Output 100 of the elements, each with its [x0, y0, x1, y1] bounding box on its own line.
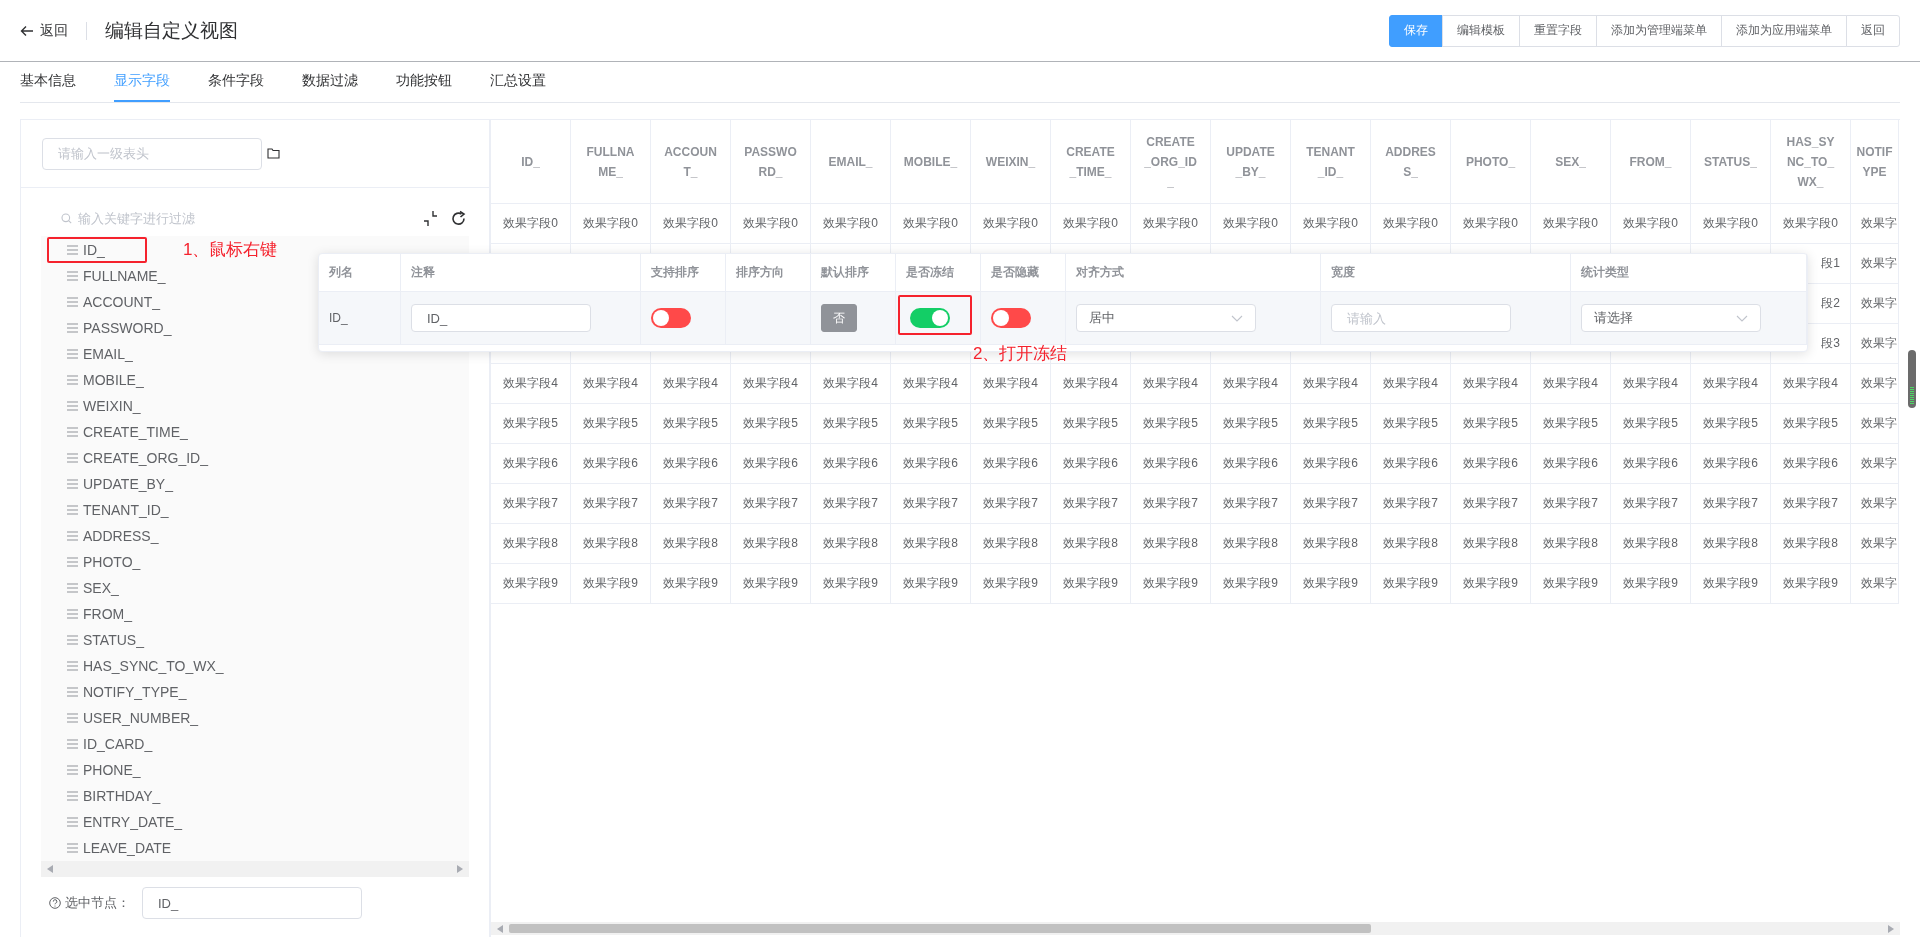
hidden-toggle[interactable]	[991, 308, 1031, 328]
table-cell: 效果字段8	[811, 524, 891, 564]
tree-item[interactable]: NOTIFY_TYPE_	[41, 679, 469, 705]
table-cell: 效果字段5	[651, 404, 731, 444]
table-cell: 效果字段5	[891, 404, 971, 444]
table-cell: 效果字段6	[1691, 444, 1771, 484]
table-cell: 效果字段6	[1051, 444, 1131, 484]
table-cell: 效果字段6	[491, 444, 571, 484]
table-cell: 效果字段7	[1051, 484, 1131, 524]
scroll-left-icon[interactable]	[47, 865, 53, 873]
table-cell: 效果字段8	[1051, 524, 1131, 564]
table-cell: 效果字段6	[1131, 444, 1211, 484]
tree-item[interactable]: SEX_	[41, 575, 469, 601]
tab[interactable]: 功能按钮	[396, 62, 452, 102]
tree-item[interactable]: TENANT_ID_	[41, 497, 469, 523]
chevron-down-icon	[1736, 314, 1748, 322]
horizontal-scrollbar[interactable]	[41, 861, 469, 877]
table-cell: 效果字段5	[1611, 404, 1691, 444]
tree-item[interactable]: ENTRY_DATE_	[41, 809, 469, 835]
collapse-icon[interactable]	[423, 209, 438, 227]
table-cell: 效果字段6	[651, 444, 731, 484]
table-cell: 效果字段0	[651, 204, 731, 244]
table-cell: 效果字段9	[811, 564, 891, 604]
drag-handle-icon	[67, 453, 78, 463]
horizontal-scrollbar[interactable]	[491, 922, 1900, 935]
tab[interactable]: 条件字段	[208, 62, 264, 102]
settings-column-header: 宽度	[1331, 264, 1355, 281]
table-cell: 效果字段8	[891, 524, 971, 564]
table-cell: 效果字段0	[1291, 204, 1371, 244]
sortable-toggle[interactable]	[651, 308, 691, 328]
header-button[interactable]: 编辑模板	[1442, 14, 1520, 47]
column-header: EMAIL_	[811, 120, 891, 204]
default-sort-button[interactable]: 否	[821, 304, 857, 332]
table-cell: 效果字段8	[1611, 524, 1691, 564]
column-header: FROM_	[1611, 120, 1691, 204]
vertical-scrollbar[interactable]	[1908, 350, 1916, 408]
tree-item[interactable]: BIRTHDAY_	[41, 783, 469, 809]
table-cell: 效果字段9	[1291, 564, 1371, 604]
drag-handle-icon	[67, 531, 78, 541]
tree-item[interactable]: ADDRESS_	[41, 523, 469, 549]
table-cell: 效果字段6	[1291, 444, 1371, 484]
tree-item[interactable]: PHOTO_	[41, 549, 469, 575]
header-button[interactable]: 返回	[1846, 14, 1900, 47]
header-button[interactable]: 添加为应用端菜单	[1721, 14, 1847, 47]
tree-item[interactable]: ID_ 1、鼠标右键	[41, 237, 469, 263]
tree-item[interactable]: EMAIL_	[41, 341, 469, 367]
table-cell: 效果字段0	[1531, 204, 1611, 244]
refresh-icon[interactable]	[450, 209, 467, 227]
tree-item[interactable]: ID_CARD_	[41, 731, 469, 757]
tab[interactable]: 基本信息	[20, 62, 76, 102]
scroll-left-icon[interactable]	[497, 924, 503, 933]
scrollbar-thumb[interactable]	[509, 924, 1371, 933]
folder-icon[interactable]	[267, 148, 280, 159]
width-field[interactable]: 请输入	[1331, 304, 1511, 332]
selected-node-field[interactable]: ID_	[142, 887, 362, 919]
scroll-right-icon[interactable]	[1888, 924, 1894, 933]
table-cell: 效果字段0	[1451, 204, 1531, 244]
header-button[interactable]: 添加为管理端菜单	[1596, 14, 1722, 47]
summary-select[interactable]: 请选择	[1581, 304, 1761, 332]
tree-item[interactable]: CREATE_TIME_	[41, 419, 469, 445]
table-cell: 效果字段0	[571, 204, 651, 244]
tree-item[interactable]: FROM_	[41, 601, 469, 627]
tree-item[interactable]: MOBILE_	[41, 367, 469, 393]
align-select[interactable]: 居中	[1076, 304, 1256, 332]
tree-item[interactable]: UPDATE_BY_	[41, 471, 469, 497]
table-cell: 效果字段9	[1611, 564, 1691, 604]
header-button[interactable]: 重置字段	[1519, 14, 1597, 47]
comment-field[interactable]: ID_	[411, 304, 591, 332]
settings-column-header: 排序方向	[736, 264, 784, 281]
tree-item[interactable]: STATUS_	[41, 627, 469, 653]
table-cell: 效果字段4	[1531, 364, 1611, 404]
drag-handle-icon	[67, 791, 78, 801]
table-cell: 效果字段6	[1451, 444, 1531, 484]
table-cell: 效果字段8	[1131, 524, 1211, 564]
table-cell: 效果字	[1851, 364, 1899, 404]
table-cell: 效果字段4	[1131, 364, 1211, 404]
table-cell: 效果字段7	[1771, 484, 1851, 524]
tree-item[interactable]: WEIXIN_	[41, 393, 469, 419]
table-cell: 效果字段9	[1211, 564, 1291, 604]
tree-item[interactable]: LEAVE_DATE	[41, 835, 469, 861]
table-cell: 效果字段6	[571, 444, 651, 484]
table-cell: 效果字段9	[1051, 564, 1131, 604]
tree-item[interactable]: PHONE_	[41, 757, 469, 783]
filter-field[interactable]: 输入关键字进行过滤	[78, 210, 417, 226]
table-cell: 效果字	[1851, 404, 1899, 444]
back-link[interactable]: 返回	[20, 21, 68, 40]
table-cell: 效果字段5	[971, 404, 1051, 444]
tab[interactable]: 汇总设置	[490, 62, 546, 102]
table-cell: 效果字段4	[811, 364, 891, 404]
tab[interactable]: 数据过滤	[302, 62, 358, 102]
table-cell: 效果字段0	[1611, 204, 1691, 244]
drag-handle-icon	[67, 427, 78, 437]
table-cell: 效果字段9	[491, 564, 571, 604]
tree-item[interactable]: USER_NUMBER_	[41, 705, 469, 731]
tree-item[interactable]: HAS_SYNC_TO_WX_	[41, 653, 469, 679]
scroll-right-icon[interactable]	[457, 865, 463, 873]
frozen-toggle[interactable]	[910, 308, 950, 328]
table-cell: 效果字段8	[491, 524, 571, 564]
tree-item[interactable]: CREATE_ORG_ID_	[41, 445, 469, 471]
table-cell: 效果字段4	[651, 364, 731, 404]
